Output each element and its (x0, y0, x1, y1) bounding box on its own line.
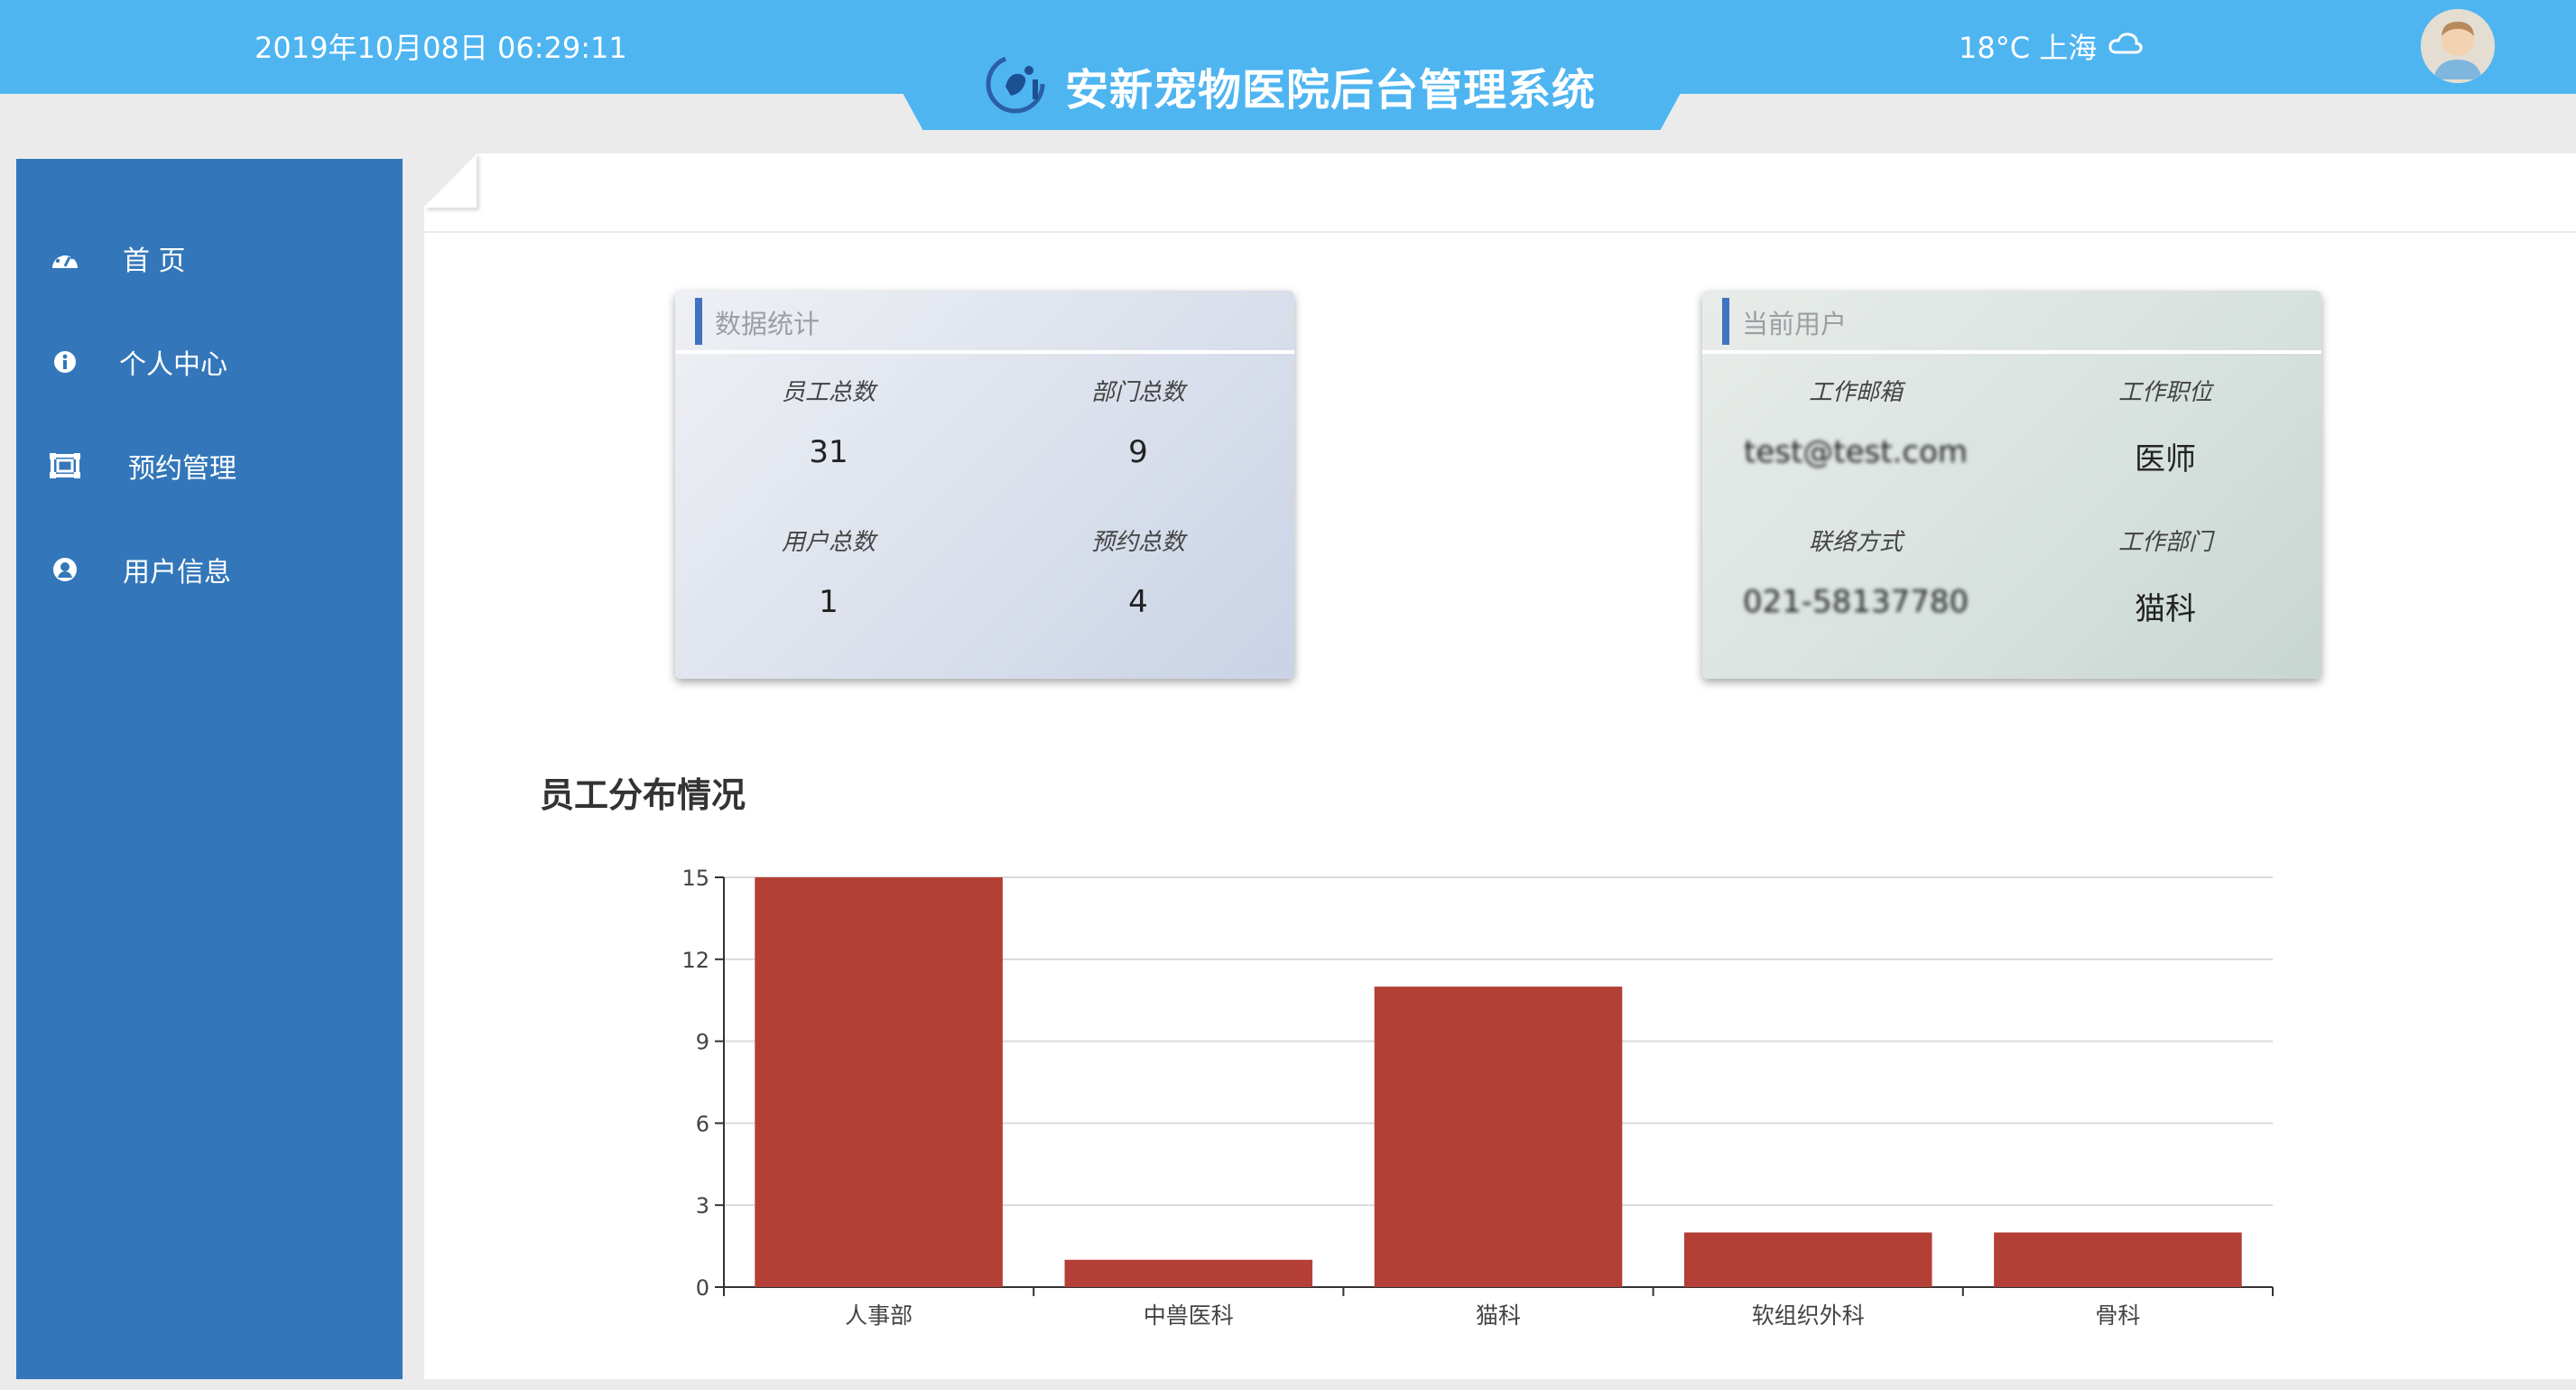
hospital-logo-icon (984, 52, 1047, 119)
weather-text: 18°C 上海 (1959, 31, 2098, 65)
sidebar-item-label: 个人中心 (119, 349, 227, 381)
bar-5 (1994, 1232, 2242, 1287)
x-tick-label: 猫科 (1476, 1302, 1521, 1329)
sidebar-item-label: 预约管理 (128, 453, 236, 485)
sidebar: 首 页 个人中心 预约管理 用户信息 (16, 159, 403, 1379)
user-avatar[interactable] (2421, 9, 2495, 83)
bar-4 (1683, 1232, 1932, 1287)
bar-1 (755, 877, 1003, 1287)
dashboard-icon (49, 242, 81, 274)
y-tick-label: 9 (696, 1030, 709, 1055)
sidebar-item-appointments[interactable]: 预约管理 (16, 421, 403, 511)
datetime: 2019年10月08日 06:29:11 (255, 31, 627, 65)
bar-3 (1374, 987, 1623, 1287)
sidebar-item-label: 首 页 (123, 246, 186, 277)
sidebar-item-personal-center[interactable]: 个人中心 (16, 317, 403, 407)
info-icon (49, 346, 81, 378)
x-tick-label: 骨科 (2095, 1302, 2140, 1329)
y-tick-label: 12 (681, 948, 709, 973)
app-title-block: 安新宠物医院后台管理系统 (984, 52, 1596, 119)
user-circle-icon (49, 553, 81, 586)
x-tick-label: 人事部 (845, 1302, 913, 1329)
cloud-icon (2108, 29, 2144, 63)
sidebar-item-user-info[interactable]: 用户信息 (16, 524, 403, 615)
bar-2 (1064, 1259, 1313, 1287)
y-tick-label: 0 (696, 1275, 709, 1301)
sidebar-item-label: 用户信息 (123, 557, 231, 588)
weather: 18°C 上海 (1959, 25, 2144, 67)
x-tick-label: 软组织外科 (1752, 1302, 1865, 1329)
x-tick-label: 中兽医科 (1144, 1302, 1234, 1329)
app-title: 安新宠物医院后台管理系统 (1065, 65, 1597, 116)
y-tick-label: 3 (696, 1193, 709, 1219)
main-content: 数据统计 员工总数 31 部门总数 9 用户总数 1 预约总数 4 当前用户 工… (424, 153, 2576, 1379)
employee-distribution-chart: 0 3 6 9 12 15 人事部 中兽医科 猫科 软组织外科 骨科 (681, 866, 2274, 1329)
y-tick-label: 6 (696, 1111, 709, 1136)
sidebar-item-home[interactable]: 首 页 (16, 213, 403, 303)
frame-icon (49, 449, 81, 482)
y-tick-label: 15 (681, 866, 709, 891)
